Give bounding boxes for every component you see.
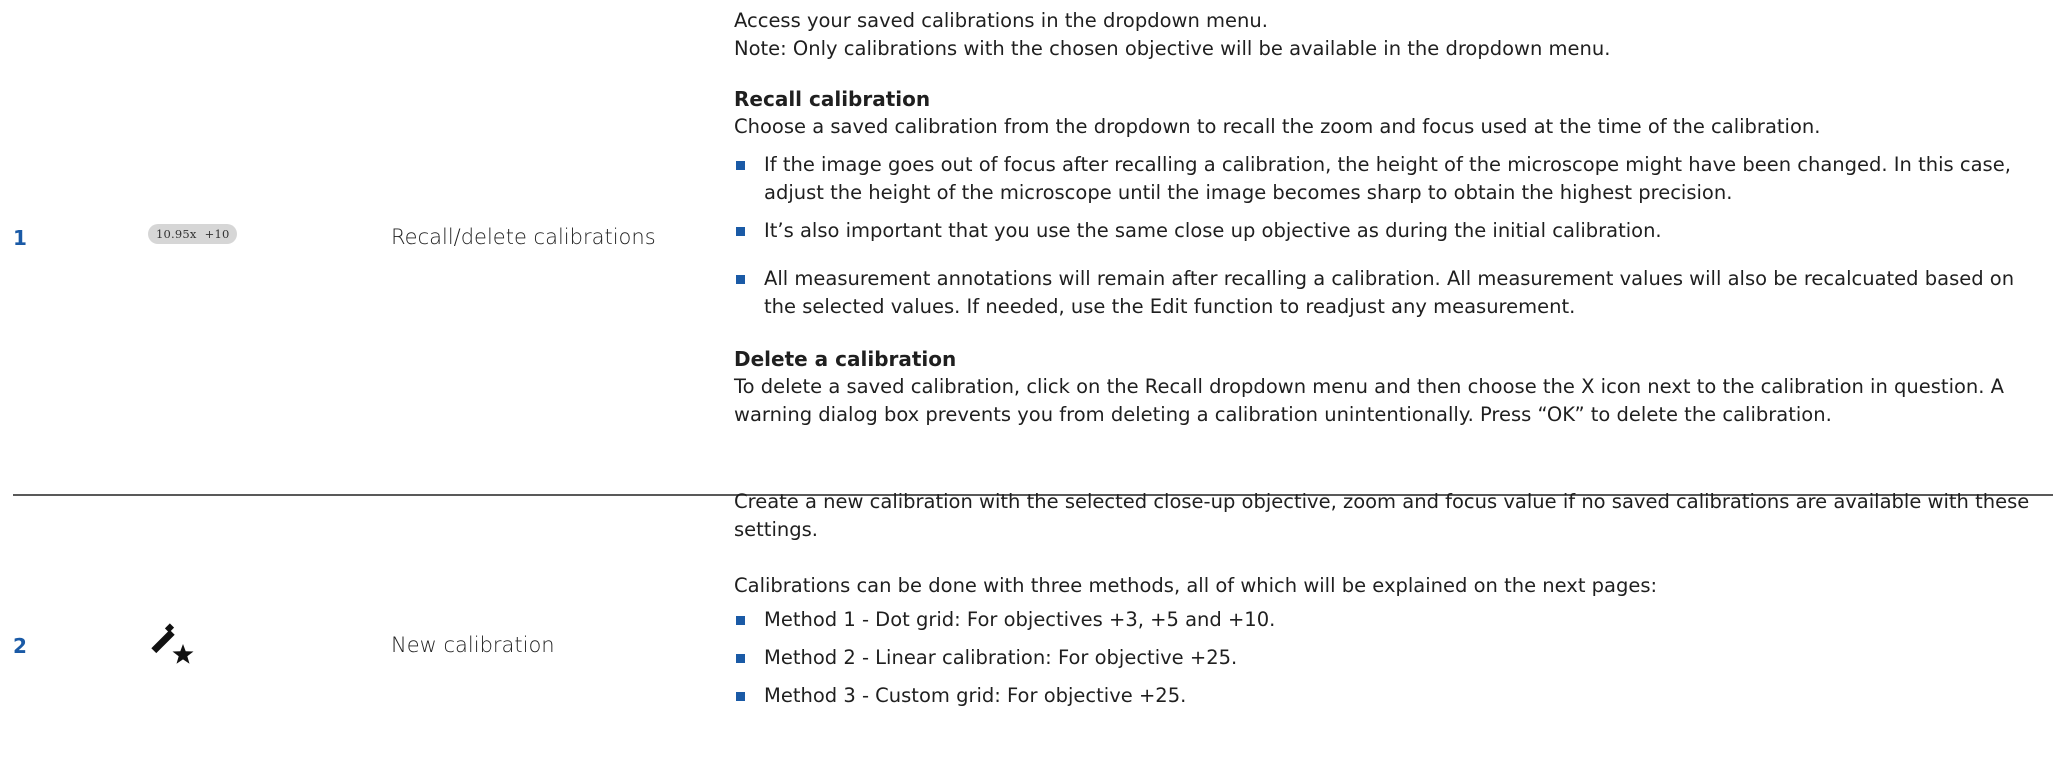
zoom-pill: 10.95x +10 xyxy=(148,224,238,244)
magic-wand-star-icon xyxy=(148,622,194,672)
list-item: If the image goes out of focus after rec… xyxy=(734,151,2034,207)
objective-value: +10 xyxy=(204,227,230,241)
bullet-square-icon xyxy=(736,616,745,625)
zoom-value: 10.95x xyxy=(156,227,197,241)
recall-bullet-list: If the image goes out of focus after rec… xyxy=(734,151,2034,321)
function-label: New calibration xyxy=(391,633,555,657)
delete-text: To delete a saved calibration, click on … xyxy=(734,375,2005,426)
methods-list: Method 1 - Dot grid: For objectives +3, … xyxy=(734,606,2034,710)
zoom-objective-pill-icon: 10.95x +10 xyxy=(148,223,238,244)
bullet-square-icon xyxy=(736,275,745,284)
recall-heading: Recall calibration xyxy=(734,87,931,111)
bullet-square-icon xyxy=(736,227,745,236)
row-number: 1 xyxy=(13,226,27,250)
table-row-new-calibration: 2 New calibration Create a new calibrati… xyxy=(0,490,2056,771)
list-item: Method 3 - Custom grid: For objective +2… xyxy=(734,682,2034,710)
magic-wand-star-icon-svg xyxy=(151,623,194,664)
list-item: Method 2 - Linear calibration: For objec… xyxy=(734,644,2034,672)
recall-text: Choose a saved calibration from the drop… xyxy=(734,115,1821,138)
delete-heading: Delete a calibration xyxy=(734,347,957,371)
table-row-recall-delete: 1 10.95x +10 Recall/delete calibrations A… xyxy=(0,0,2056,495)
bullet-square-icon xyxy=(736,692,745,701)
methods-intro: Calibrations can be done with three meth… xyxy=(734,574,1658,597)
list-item: Method 1 - Dot grid: For objectives +3, … xyxy=(734,606,2034,634)
description: Create a new calibration with the select… xyxy=(734,488,2034,710)
intro-text: Access your saved calibrations in the dr… xyxy=(734,9,1268,32)
list-item: All measurement annotations will remain … xyxy=(734,265,2034,321)
bullet-square-icon xyxy=(736,161,745,170)
bullet-square-icon xyxy=(736,654,745,663)
note-text: Note: Only calibrations with the chosen … xyxy=(734,37,1611,60)
function-label: Recall/delete calibrations xyxy=(391,225,656,249)
description: Access your saved calibrations in the dr… xyxy=(734,7,2034,429)
list-item: It’s also important that you use the sam… xyxy=(734,217,2034,245)
intro-text: Create a new calibration with the select… xyxy=(734,490,2030,541)
row-number: 2 xyxy=(13,634,27,658)
